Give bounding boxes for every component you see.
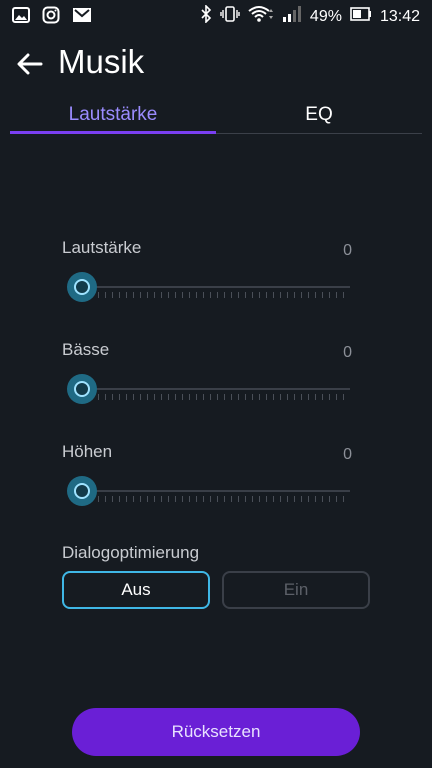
battery-icon xyxy=(350,6,372,27)
volume-slider-block: Lautstärke 0 xyxy=(62,238,352,318)
vibrate-icon xyxy=(220,5,240,28)
dialog-on-button[interactable]: Ein xyxy=(222,571,370,609)
bass-slider-ticks xyxy=(84,394,350,400)
app-header: Musik xyxy=(0,40,432,90)
bass-slider-thumb[interactable] xyxy=(67,374,97,404)
tab-bar: Lautstärke EQ xyxy=(10,96,422,134)
dialog-off-button[interactable]: Aus xyxy=(62,571,210,609)
treble-slider-ticks xyxy=(84,496,350,502)
volume-slider-ticks xyxy=(84,292,350,298)
volume-label: Lautstärke xyxy=(62,238,142,257)
arrow-left-icon xyxy=(17,53,43,75)
treble-slider-track[interactable] xyxy=(80,490,350,492)
bluetooth-icon xyxy=(200,4,212,28)
back-button[interactable] xyxy=(12,46,48,82)
battery-percent: 49% xyxy=(309,7,342,25)
treble-slider-thumb[interactable] xyxy=(67,476,97,506)
volume-slider-thumb[interactable] xyxy=(67,272,97,302)
treble-slider-block: Höhen 0 xyxy=(62,442,352,522)
tab-eq[interactable]: EQ xyxy=(216,96,422,134)
volume-slider-track[interactable] xyxy=(80,286,350,288)
active-tab-indicator xyxy=(10,131,216,134)
treble-value: 0 xyxy=(343,446,352,463)
dialog-optimization-label: Dialogoptimierung xyxy=(62,543,200,562)
tab-divider xyxy=(216,133,422,134)
status-left-icons xyxy=(12,6,92,29)
bass-slider-block: Bässe 0 xyxy=(62,340,352,420)
mail-icon xyxy=(72,7,92,28)
bass-label: Bässe xyxy=(62,340,110,359)
treble-label: Höhen xyxy=(62,442,113,461)
wifi-icon xyxy=(248,5,274,28)
clock: 13:42 xyxy=(379,7,420,25)
tab-lautstaerke[interactable]: Lautstärke xyxy=(10,96,216,134)
reset-button[interactable]: Rücksetzen xyxy=(72,708,360,756)
gallery-icon xyxy=(12,7,30,28)
volume-value: 0 xyxy=(343,242,352,259)
bass-value: 0 xyxy=(343,344,352,361)
status-bar: 49% 13:42 xyxy=(0,0,432,32)
page-title: Musik xyxy=(58,43,145,80)
signal-icon xyxy=(282,5,302,28)
bass-slider-track[interactable] xyxy=(80,388,350,390)
instagram-icon xyxy=(42,6,60,29)
status-right: 49% 13:42 xyxy=(200,4,420,28)
